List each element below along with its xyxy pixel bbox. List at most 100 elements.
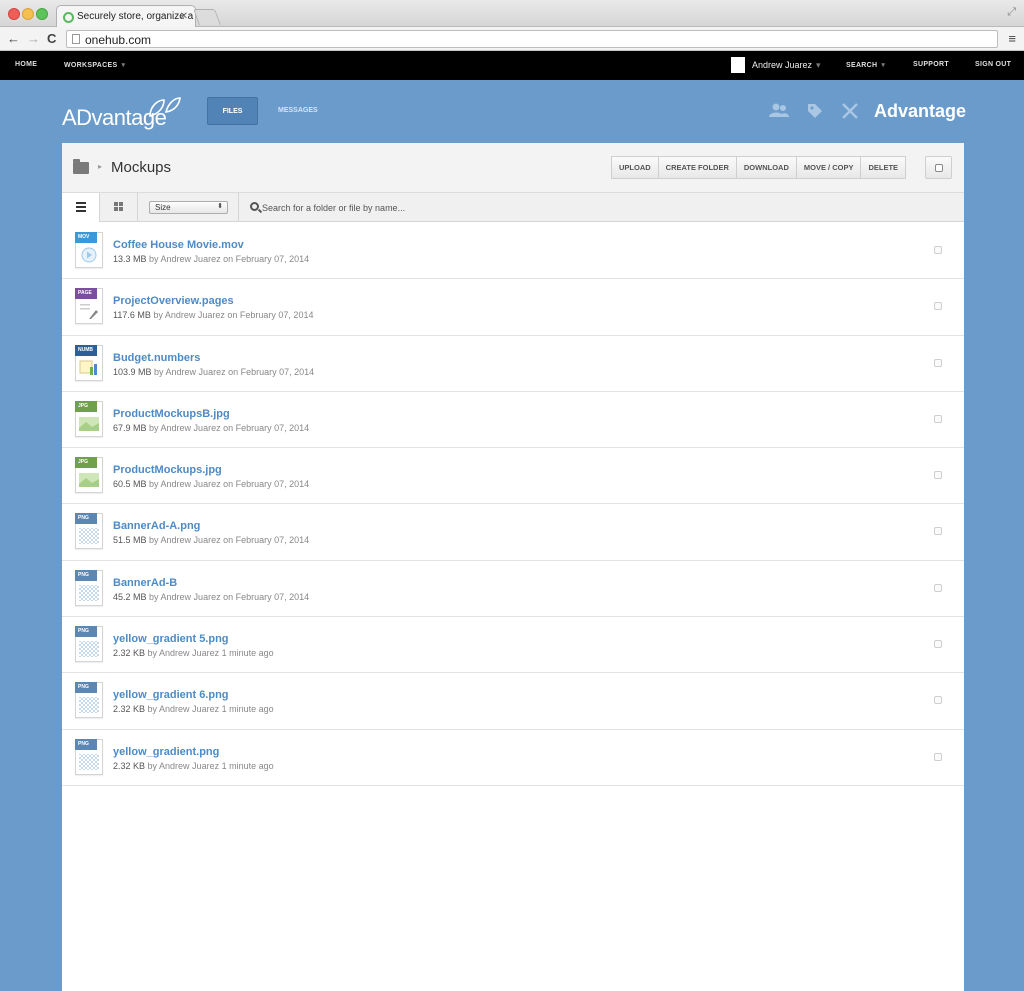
grid-view-icon-cell — [119, 207, 123, 211]
table-row[interactable]: JPG ProductMockupsB.jpg 67.9 MB by Andrew … — [62, 392, 964, 449]
user-name: Andrew Juarez — [752, 60, 813, 70]
nav-home[interactable]: HOME — [15, 61, 37, 68]
browser-tabstrip: Securely store, organize a ✕ ⤢ — [0, 0, 1024, 28]
upload-button[interactable]: UPLOAD — [611, 156, 659, 179]
row-checkbox[interactable] — [934, 302, 942, 311]
table-row[interactable]: NUMB Budget.numbers 103.9 MB by Andrew Jua… — [62, 336, 964, 392]
file-type-icon[interactable]: JPG — [75, 400, 103, 437]
new-tab-button[interactable] — [193, 9, 221, 25]
tag-icon[interactable] — [806, 102, 824, 120]
table-row[interactable]: PNG yellow_gradient 5.png 2.32 KB by Andre… — [62, 617, 964, 674]
list-view-icon — [76, 202, 86, 204]
download-button[interactable]: DOWNLOAD — [735, 156, 797, 179]
user-menu[interactable]: Andrew Juarez ▾ — [752, 60, 821, 71]
file-owner-date: by Andrew Juarez 1 minute ago — [145, 648, 274, 659]
file-name-link[interactable]: BannerAd-A.png — [113, 520, 200, 532]
file-type-icon[interactable]: PNG — [75, 626, 103, 663]
nav-support[interactable]: SUPPORT — [913, 61, 949, 68]
row-checkbox[interactable] — [934, 696, 942, 705]
row-checkbox[interactable] — [934, 471, 942, 480]
file-type-icon[interactable]: PNG — [75, 513, 103, 550]
file-size: 117.6 MB — [113, 310, 151, 321]
browser-tab[interactable]: Securely store, organize a ✕ — [56, 5, 196, 28]
zoom-window-icon[interactable] — [36, 8, 48, 20]
row-checkbox[interactable] — [934, 527, 942, 536]
file-type-icon[interactable]: MOV — [75, 232, 103, 268]
avatar[interactable] — [731, 57, 745, 73]
table-row[interactable]: MOV Coffee House Movie.mov 13.3 MB by Andr… — [62, 223, 964, 280]
file-type-badge: JPG — [75, 457, 97, 469]
reload-icon[interactable]: C — [47, 31, 56, 46]
file-name-link[interactable]: ProductMockupsB.jpg — [113, 408, 230, 420]
tab-files[interactable]: FILES — [207, 97, 258, 125]
row-checkbox[interactable] — [934, 583, 942, 592]
delete-button[interactable]: DELETE — [860, 156, 907, 179]
back-arrow-icon[interactable]: ← — [7, 31, 20, 46]
row-checkbox[interactable] — [934, 414, 942, 423]
file-name-link[interactable]: yellow_gradient.png — [113, 746, 219, 758]
file-meta: 117.6 MB by Andrew Juarez on February 07… — [113, 310, 313, 320]
action-button-group: UPLOAD CREATE FOLDER DOWNLOAD MOVE / COP… — [611, 156, 907, 179]
members-icon[interactable] — [768, 102, 790, 118]
nav-workspaces[interactable]: WORKSPACES ▾ — [64, 61, 125, 69]
grid-view-button[interactable] — [100, 193, 138, 222]
file-thumbnail-icon — [79, 359, 99, 377]
forward-arrow-icon[interactable]: → — [27, 31, 40, 46]
sort-select[interactable]: Size ⬍ — [149, 201, 228, 214]
file-size: 51.5 MB — [113, 535, 147, 546]
tab-messages[interactable]: MESSAGES — [278, 107, 318, 114]
chevron-down-icon: ▾ — [816, 60, 821, 70]
select-all-button[interactable] — [925, 156, 952, 179]
nav-search[interactable]: SEARCH ▾ — [846, 61, 885, 69]
nav-sign-out[interactable]: SIGN OUT — [975, 61, 1011, 68]
menu-icon[interactable]: ≡ — [1008, 31, 1016, 46]
file-name-link[interactable]: Coffee House Movie.mov — [113, 239, 244, 251]
table-row[interactable]: PNG BannerAd-B 45.2 MB by Andrew Juarez on… — [62, 561, 964, 618]
row-checkbox[interactable] — [934, 246, 942, 254]
file-type-badge: MOV — [75, 232, 97, 243]
file-name-link[interactable]: yellow_gradient 6.png — [113, 689, 229, 701]
file-type-icon[interactable]: PAGE — [75, 288, 103, 325]
file-owner-date: by Andrew Juarez on February 07, 2014 — [146, 254, 310, 264]
file-name-link[interactable]: ProductMockups.jpg — [113, 464, 222, 476]
file-owner-date: by Andrew Juarez 1 minute ago — [145, 704, 274, 715]
file-type-badge: PAGE — [75, 288, 97, 300]
file-name-link[interactable]: yellow_gradient 5.png — [113, 633, 229, 645]
folder-icon[interactable] — [73, 159, 89, 174]
file-thumbnail-icon — [79, 246, 99, 264]
create-folder-button[interactable]: CREATE FOLDER — [657, 156, 737, 179]
file-meta: 51.5 MB by Andrew Juarez on February 07,… — [113, 535, 309, 545]
table-row[interactable]: PNG yellow_gradient.png 2.32 KB by Andrew … — [62, 730, 964, 786]
table-row[interactable]: PAGE ProjectOverview.pages 117.6 MB by And… — [62, 279, 964, 336]
file-name-link[interactable]: Budget.numbers — [113, 352, 200, 364]
close-window-icon[interactable] — [8, 8, 20, 20]
row-checkbox[interactable] — [934, 752, 942, 761]
table-row[interactable]: PNG BannerAd-A.png 51.5 MB by Andrew Juare… — [62, 504, 964, 561]
file-meta: 13.3 MB by Andrew Juarez on February 07,… — [113, 254, 309, 264]
row-checkbox[interactable] — [934, 358, 942, 367]
table-row[interactable]: PNG yellow_gradient 6.png 2.32 KB by Andre… — [62, 673, 964, 730]
tab-close-icon[interactable]: ✕ — [180, 11, 188, 22]
file-name-link[interactable]: BannerAd-B — [113, 577, 177, 589]
file-type-icon[interactable]: JPG — [75, 457, 103, 494]
settings-tools-icon[interactable] — [841, 102, 859, 120]
move-copy-button[interactable]: MOVE / COPY — [795, 156, 862, 179]
resize-icon[interactable]: ⤢ — [1007, 6, 1016, 19]
file-meta: 2.32 KB by Andrew Juarez 1 minute ago — [113, 761, 274, 771]
table-row[interactable]: JPG ProductMockups.jpg 60.5 MB by Andrew J… — [62, 448, 964, 505]
file-type-icon[interactable]: PNG — [75, 682, 103, 719]
row-checkbox[interactable] — [934, 640, 942, 649]
file-owner-date: by Andrew Juarez on February 07, 2014 — [146, 591, 310, 602]
address-bar[interactable]: onehub.com — [66, 30, 998, 48]
file-name-link[interactable]: ProjectOverview.pages — [113, 295, 234, 307]
search-input[interactable] — [262, 200, 862, 215]
leaf-logo-icon — [149, 97, 181, 118]
file-type-icon[interactable]: PNG — [75, 569, 103, 606]
nav-workspaces-label: WORKSPACES — [64, 62, 118, 69]
files-toolbar: Size ⬍ — [62, 193, 964, 222]
file-type-icon[interactable]: PNG — [75, 738, 103, 775]
minimize-window-icon[interactable] — [22, 8, 34, 20]
file-type-icon[interactable]: NUMB — [75, 344, 103, 381]
file-owner-date: by Andrew Juarez on February 07, 2014 — [146, 479, 310, 490]
list-view-button[interactable] — [62, 193, 100, 222]
